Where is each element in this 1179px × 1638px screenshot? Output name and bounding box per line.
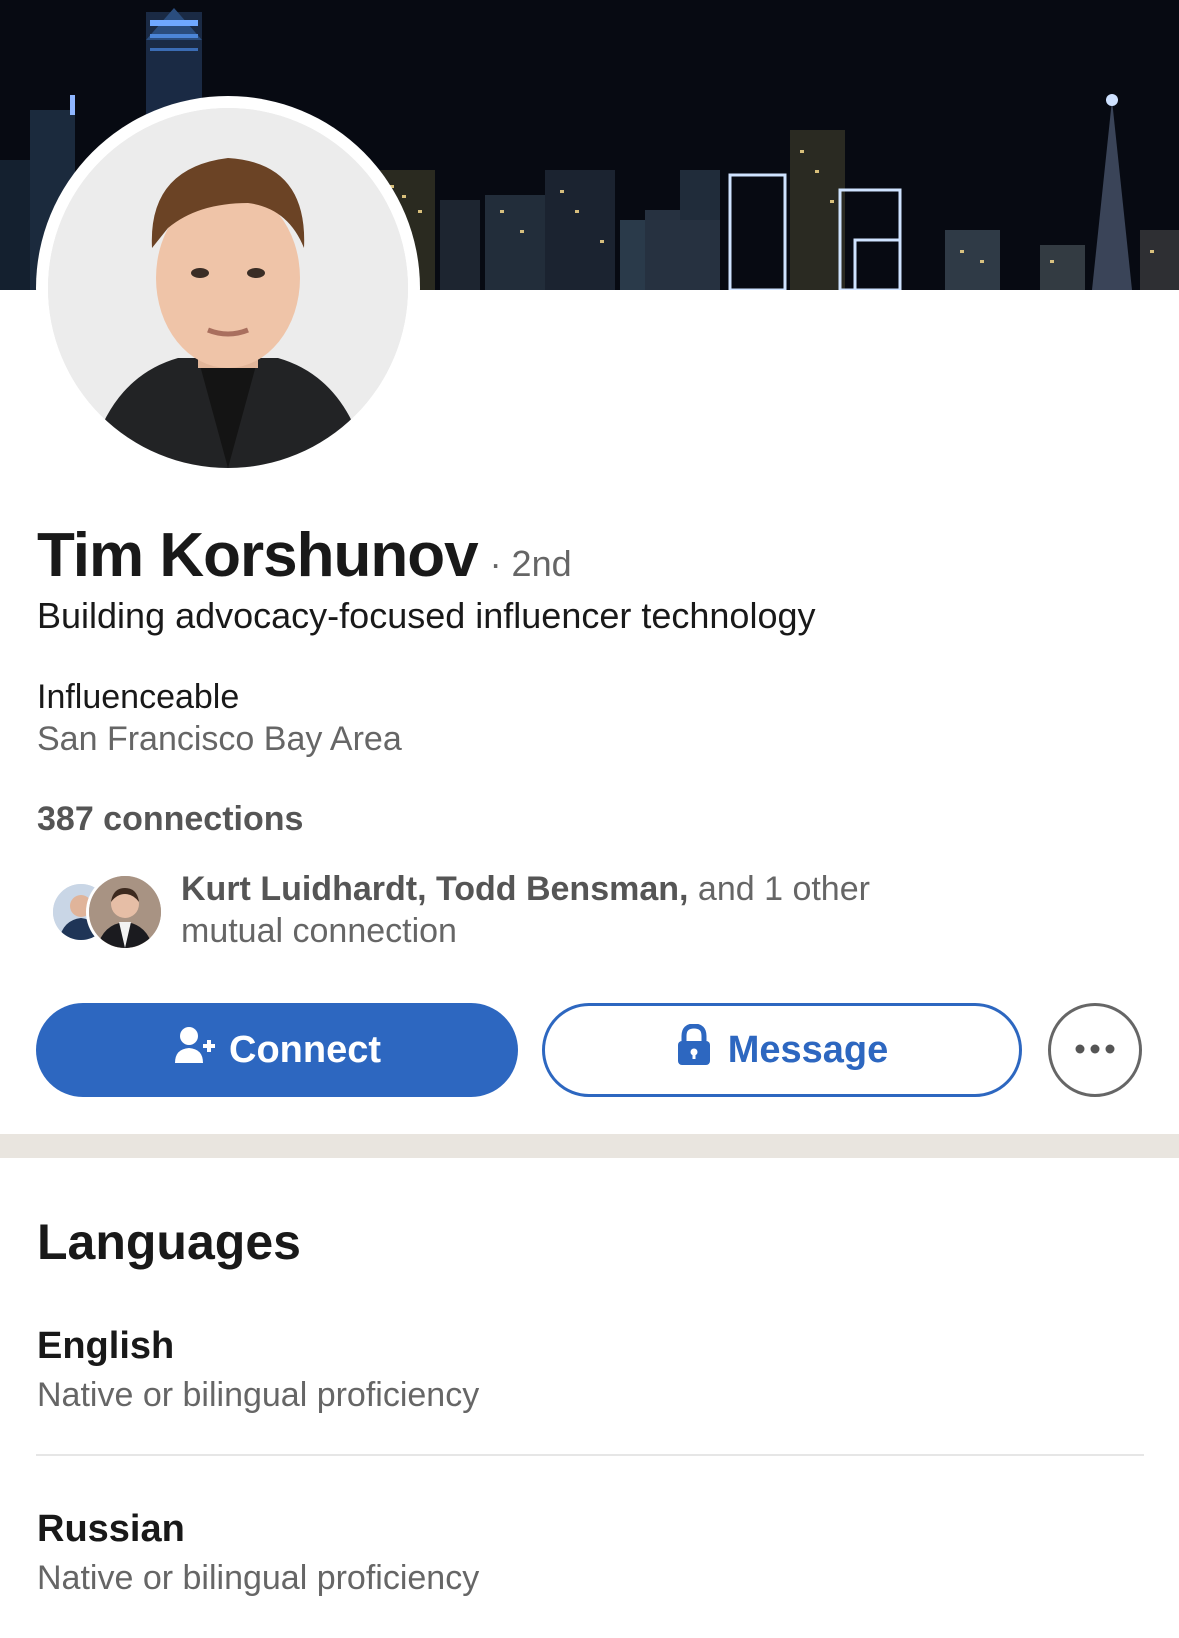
connect-button[interactable]: Connect bbox=[36, 1003, 518, 1097]
profile-location: San Francisco Bay Area bbox=[37, 720, 402, 758]
languages-section-title: Languages bbox=[37, 1214, 301, 1270]
profile-name-row: Tim Korshunov · 2nd bbox=[37, 520, 572, 591]
profile-avatar[interactable] bbox=[36, 96, 420, 480]
message-label: Message bbox=[727, 1028, 889, 1071]
connect-label: Connect bbox=[229, 1028, 381, 1071]
lock-icon bbox=[676, 1023, 712, 1076]
ellipsis-icon bbox=[1075, 1041, 1115, 1059]
language-name: Russian bbox=[37, 1508, 185, 1550]
profile-headline: Building advocacy-focused influencer tec… bbox=[37, 595, 816, 636]
section-divider bbox=[0, 1134, 1179, 1158]
language-proficiency: Native or bilingual proficiency bbox=[37, 1559, 480, 1597]
mutual-connections-text[interactable]: Kurt Luidhardt, Todd Bensman, and 1 othe… bbox=[181, 868, 981, 952]
language-item: Russian Native or bilingual proficiency bbox=[37, 1508, 479, 1598]
list-divider bbox=[36, 1454, 1144, 1456]
message-button[interactable]: Message bbox=[542, 1003, 1022, 1097]
connection-degree: · 2nd bbox=[489, 543, 572, 584]
profile-photo bbox=[48, 108, 408, 468]
connections-count[interactable]: 387 connections bbox=[37, 800, 303, 839]
more-actions-button[interactable] bbox=[1048, 1003, 1142, 1097]
language-item: English Native or bilingual proficiency bbox=[37, 1325, 479, 1415]
language-proficiency: Native or bilingual proficiency bbox=[37, 1376, 480, 1414]
profile-company[interactable]: Influenceable bbox=[37, 678, 239, 717]
mutual-names: Kurt Luidhardt, Todd Bensman, bbox=[181, 870, 689, 908]
add-person-icon bbox=[173, 1025, 217, 1075]
mutual-rest: and 1 other bbox=[688, 870, 870, 908]
mutual-avatar-2 bbox=[86, 873, 164, 951]
language-name: English bbox=[37, 1325, 175, 1367]
mutual-rest-line2: mutual connection bbox=[181, 912, 457, 950]
mutual-connection-avatars[interactable] bbox=[50, 873, 164, 951]
profile-name: Tim Korshunov bbox=[37, 521, 479, 590]
